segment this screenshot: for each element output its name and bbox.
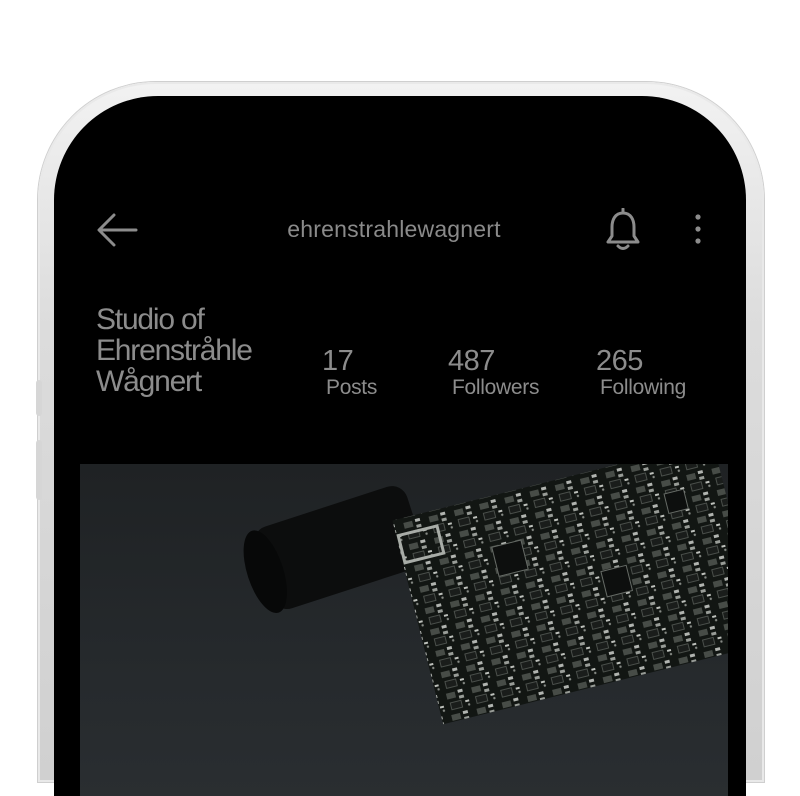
profile-username: ehrenstrahlewagnert	[287, 216, 501, 242]
following-count: 265	[596, 345, 643, 377]
posts-count: 17	[322, 345, 354, 377]
side-button	[36, 440, 42, 500]
followers-stat[interactable]: 487 Followers	[448, 346, 539, 400]
more-vertical-icon[interactable]	[686, 212, 710, 248]
posts-stat[interactable]: 17 Posts	[322, 346, 377, 400]
post-tile[interactable]	[80, 464, 728, 796]
arrow-left-icon[interactable]	[96, 210, 138, 250]
phone-screen: ehrenstrahlewagnert Studio of Ehrenstråh…	[54, 96, 746, 796]
profile-top-bar: ehrenstrahlewagnert	[54, 206, 746, 254]
following-label: Following	[600, 376, 687, 399]
following-stat[interactable]: 265 Following	[596, 346, 686, 400]
followers-label: Followers	[452, 376, 540, 399]
display-name-line: Wågnert	[96, 365, 202, 398]
side-button	[36, 380, 42, 416]
display-name-line: Studio of	[96, 303, 205, 336]
circuit-board-image	[243, 464, 728, 725]
bell-icon[interactable]	[604, 208, 642, 252]
posts-label: Posts	[326, 376, 378, 399]
followers-count: 487	[448, 345, 495, 377]
profile-display-name: Studio of Ehrenstråhle Wågnert	[96, 304, 296, 397]
display-name-line: Ehrenstråhle	[96, 334, 253, 367]
